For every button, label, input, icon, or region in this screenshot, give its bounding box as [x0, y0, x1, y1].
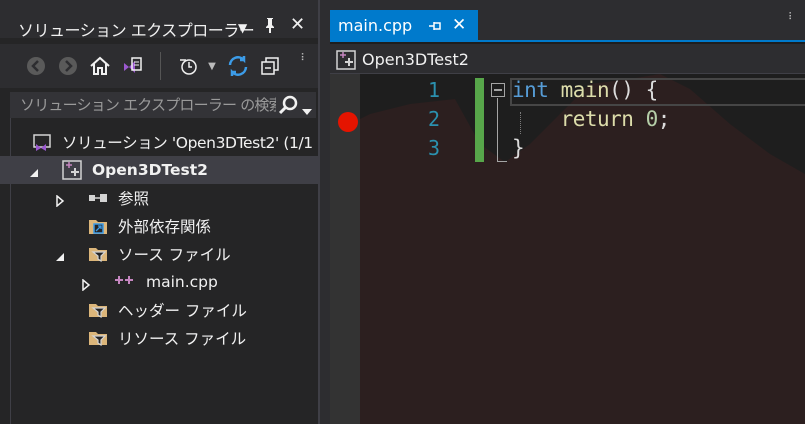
search-icon[interactable]: [278, 95, 298, 119]
code-token-keyword: int: [512, 78, 549, 102]
document-tab-strip: main.cpp ✕ ⠇: [330, 0, 805, 40]
line-number: 1: [427, 78, 440, 102]
solution-explorer-panel: ソリューション エクスプローラー ▼ ✕ ▼ ⠇ ソリューション エクスプローラ…: [0, 0, 320, 424]
outline-guide-end: [497, 161, 507, 162]
expanded-arrow-icon[interactable]: [54, 248, 66, 261]
outline-guide: [497, 98, 498, 162]
tab-close-icon[interactable]: ✕: [452, 15, 466, 35]
tab-label: main.cpp: [338, 16, 413, 35]
tree-item-header-files[interactable]: ヘッダー ファイル: [0, 296, 320, 324]
solution-icon: [32, 132, 52, 152]
solution-explorer-title-bar: ソリューション エクスプローラー ▼ ✕: [0, 0, 320, 40]
collapse-outline-icon[interactable]: [491, 83, 505, 97]
tree-item-label: 参照: [118, 190, 150, 208]
breakpoint-icon[interactable]: [338, 112, 358, 132]
tree-item-label: Open3DTest2: [92, 161, 208, 179]
tab-pin-icon[interactable]: [428, 18, 442, 37]
tree-item-label: main.cpp: [146, 273, 218, 291]
collapsed-arrow-icon[interactable]: [54, 192, 66, 208]
code-token-punctuation: () {: [609, 78, 658, 102]
tree-item-label: ソース ファイル: [118, 246, 231, 264]
tab-main-cpp[interactable]: main.cpp ✕: [330, 10, 478, 40]
tab-overflow-icon[interactable]: ⠇: [788, 12, 795, 23]
pending-changes-filter-icon[interactable]: [176, 54, 200, 78]
sync-icon[interactable]: [226, 54, 250, 78]
toolbar-overflow-icon[interactable]: ⠇: [296, 46, 312, 70]
line-number: 3: [427, 136, 440, 160]
external-dependencies-icon: [88, 216, 108, 236]
tree-item-label: ヘッダー ファイル: [118, 302, 247, 320]
tree-item-solution[interactable]: ソリューション 'Open3DTest2' (1/1: [0, 128, 320, 156]
close-icon[interactable]: ✕: [290, 16, 305, 34]
tree-item-label: ソリューション 'Open3DTest2' (1/1: [62, 134, 313, 152]
code-token-punctuation: }: [512, 136, 525, 160]
solution-explorer-toolbar: ▼ ⠇: [0, 44, 320, 88]
project-dropdown[interactable]: Open3DTest2: [362, 50, 469, 69]
tree-item-external-dependencies[interactable]: 外部依存関係: [0, 212, 320, 240]
code-editor: main.cpp ✕ ⠇ Open3DTest2 1 2 3 int main(…: [330, 0, 805, 424]
code-token-punctuation: ;: [657, 107, 671, 131]
cpp-file-icon: [114, 272, 134, 292]
back-icon[interactable]: [24, 54, 48, 78]
toolbar-separator: [160, 52, 161, 80]
tree-item-label: リソース ファイル: [118, 330, 247, 348]
cpp-project-icon: [62, 160, 82, 180]
code-line-3[interactable]: }: [512, 136, 525, 160]
code-line-1[interactable]: int main() {: [512, 78, 658, 102]
navigation-bar: Open3DTest2: [330, 44, 805, 74]
code-line-2[interactable]: return 0;: [512, 107, 671, 131]
expanded-arrow-icon[interactable]: [28, 164, 40, 177]
window-position-dropdown-icon[interactable]: ▼: [238, 20, 247, 36]
code-token-keyword: return: [560, 107, 634, 131]
line-number: 2: [427, 107, 440, 131]
chevron-down-icon[interactable]: ▼: [200, 54, 224, 78]
panel-splitter[interactable]: [318, 0, 320, 424]
tree-item-source-files[interactable]: ソース ファイル: [0, 240, 320, 268]
change-tracking-bar: [475, 78, 484, 162]
panel-title: ソリューション エクスプローラー: [18, 21, 255, 40]
pin-icon[interactable]: [264, 17, 276, 36]
tree-item-references[interactable]: 参照: [0, 184, 320, 212]
switch-views-icon[interactable]: [120, 54, 144, 78]
cpp-project-icon: [336, 50, 356, 74]
tab-accent-line: [330, 40, 805, 42]
filter-folder-icon: [88, 244, 108, 264]
code-area[interactable]: 1 2 3 int main() { return 0; }: [330, 74, 805, 424]
tree-item-label: 外部依存関係: [118, 218, 212, 236]
search-options-dropdown-icon[interactable]: [302, 101, 312, 120]
collapsed-arrow-icon[interactable]: [80, 276, 92, 292]
code-token-number: 0: [645, 107, 659, 131]
home-icon[interactable]: [88, 54, 112, 78]
tree-item-project[interactable]: Open3DTest2: [0, 156, 320, 184]
tree-item-main-cpp[interactable]: main.cpp: [0, 268, 320, 296]
tree-item-resource-files[interactable]: リソース ファイル: [0, 324, 320, 352]
search-input[interactable]: [10, 92, 276, 118]
solution-explorer-search: [10, 92, 316, 118]
references-icon: [88, 188, 108, 208]
filter-folder-icon: [88, 328, 108, 348]
filter-folder-icon: [88, 300, 108, 320]
collapse-all-icon[interactable]: [258, 54, 282, 78]
forward-icon[interactable]: [56, 54, 80, 78]
code-token-function: main: [560, 78, 610, 102]
